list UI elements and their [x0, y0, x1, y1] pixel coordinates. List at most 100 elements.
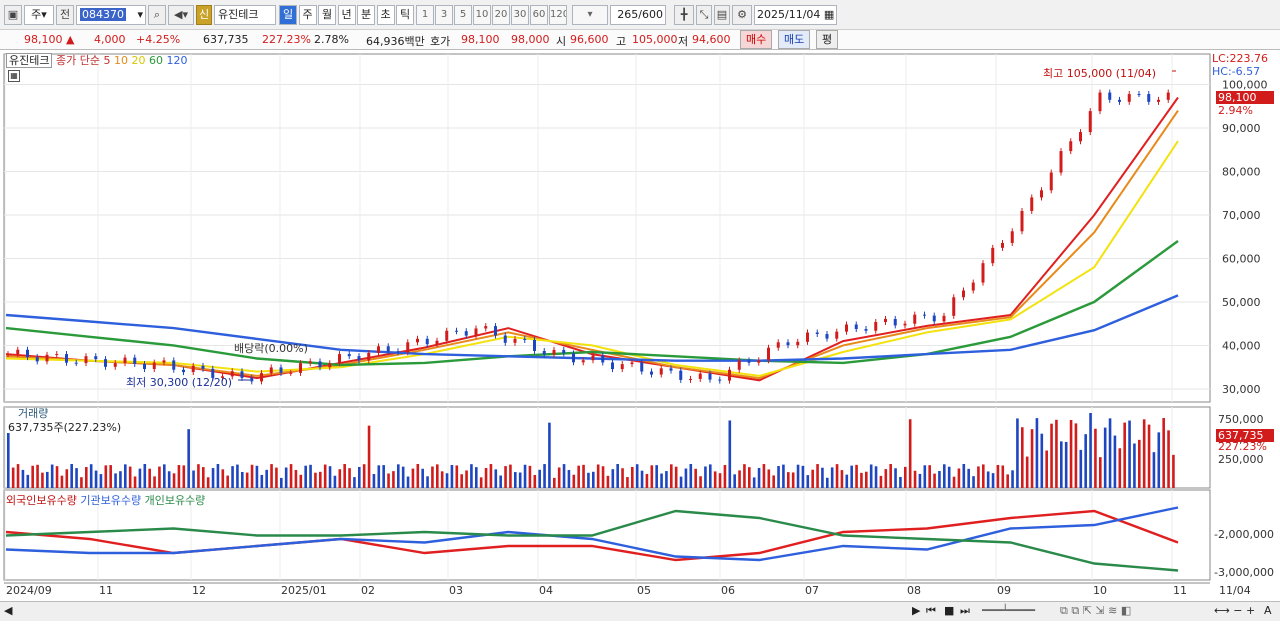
- volume-bar: [528, 465, 532, 488]
- volume-bar: [479, 477, 483, 488]
- volume-bar: [943, 464, 946, 488]
- candle-body: [962, 290, 965, 298]
- volume-bar: [494, 469, 498, 488]
- stop-icon[interactable]: ■: [944, 604, 954, 617]
- volume-bar: [372, 474, 376, 488]
- buy-button[interactable]: 매수: [740, 30, 773, 49]
- volume-bar: [684, 468, 688, 488]
- minute-1[interactable]: 3: [435, 5, 453, 25]
- volume-bar: [674, 466, 678, 488]
- font-size-icon[interactable]: A: [1264, 604, 1272, 617]
- volume-bar: [572, 474, 576, 488]
- volume-bar: [382, 465, 385, 488]
- layout-icon[interactable]: ▣: [4, 5, 22, 25]
- volume-bar: [601, 466, 605, 488]
- date-input[interactable]: 2025/11/04 ▦: [754, 5, 837, 25]
- candle-body: [338, 354, 341, 364]
- rewind-icon[interactable]: ⏮: [926, 604, 936, 618]
- interval-2[interactable]: 월: [318, 5, 336, 25]
- volume-bar: [26, 474, 30, 488]
- candle-body: [630, 362, 634, 365]
- volume-bar: [704, 466, 707, 488]
- volume-bar: [148, 468, 151, 488]
- draw-icon[interactable]: ⤡: [696, 5, 712, 25]
- tool-icons[interactable]: ⧉ ⧉ ⇱ ⇲ ≋ ◧: [1060, 604, 1131, 618]
- volume-bar: [869, 464, 873, 488]
- candle-body: [1059, 151, 1063, 173]
- period-mode-select[interactable]: 주▾: [24, 5, 54, 25]
- candle-body: [289, 372, 293, 374]
- dropdown-icon[interactable]: ▾: [572, 5, 608, 25]
- minute-5[interactable]: 30: [511, 5, 529, 25]
- volume-bar: [840, 470, 844, 488]
- volume-bar: [767, 469, 771, 488]
- flat-button[interactable]: 평: [816, 30, 839, 49]
- zoom-slider[interactable]: ━━━┷━━━━: [982, 604, 1035, 617]
- minute-2[interactable]: 5: [454, 5, 472, 25]
- low-note: 최저 30,300 (12/20): [126, 376, 233, 389]
- minute-3[interactable]: 10: [473, 5, 491, 25]
- volume-bar: [689, 464, 693, 488]
- candle-body: [377, 346, 380, 353]
- volume-bar: [640, 470, 644, 488]
- minute-4[interactable]: 20: [492, 5, 510, 25]
- volume-bar: [1084, 434, 1087, 488]
- prev-button[interactable]: 전: [56, 5, 74, 25]
- volume-bar: [99, 474, 103, 488]
- volume-bar: [1099, 457, 1102, 488]
- volume-bar: [216, 464, 220, 488]
- candle-icon[interactable]: ╋: [674, 5, 694, 25]
- volume-bar: [733, 474, 736, 488]
- volume-bar: [777, 466, 780, 488]
- price-tick-label: 60,000: [1222, 252, 1261, 265]
- minute-7[interactable]: 120: [549, 5, 567, 25]
- volume-bar: [933, 473, 936, 488]
- date-value: 2025/11/04: [757, 8, 821, 21]
- table-icon[interactable]: ▦: [8, 70, 20, 82]
- sell-button[interactable]: 매도: [778, 30, 811, 49]
- candle-body: [65, 354, 68, 363]
- count-input[interactable]: 265/600: [610, 5, 666, 25]
- volume-bar: [826, 477, 829, 488]
- volume-bar: [397, 464, 400, 488]
- volume-bar: [835, 464, 839, 488]
- volume-bar: [660, 473, 663, 488]
- stock-code-input[interactable]: 084370 ▾: [76, 5, 146, 25]
- save-icon[interactable]: ▤: [714, 5, 730, 25]
- zoom-out-icon[interactable]: ⟷ − +: [1214, 604, 1255, 617]
- volume-bar: [1045, 450, 1048, 488]
- minute-0[interactable]: 1: [416, 5, 434, 25]
- scroll-bar[interactable]: ◀ ▶ ⏮ ■ ⏭ ━━━┷━━━━ ⧉ ⧉ ⇱ ⇲ ≋ ◧ ⟷ − + A: [0, 601, 1280, 621]
- x-tick-label: 2025/01: [281, 584, 327, 597]
- scroll-left-icon[interactable]: ◀: [4, 604, 12, 617]
- volume-bar: [1089, 413, 1092, 488]
- speaker-icon[interactable]: ◀▾: [168, 5, 194, 25]
- volume-bar: [865, 471, 868, 488]
- volume-bar: [796, 464, 800, 488]
- search-icon[interactable]: ⌕: [148, 5, 166, 25]
- volume-bar: [728, 420, 732, 488]
- legend-desc: 종가 단순: [55, 54, 100, 67]
- minute-6[interactable]: 60: [530, 5, 548, 25]
- volume-bar: [962, 464, 966, 488]
- company-name[interactable]: 유진테크: [214, 5, 276, 25]
- play-icon[interactable]: ▶: [912, 604, 920, 617]
- volume-bar: [241, 471, 244, 488]
- interval-0[interactable]: 일: [279, 5, 297, 25]
- interval-6[interactable]: 틱: [396, 5, 414, 25]
- volume-bar: [89, 464, 93, 488]
- interval-5[interactable]: 초: [376, 5, 395, 25]
- candle-body: [971, 282, 975, 291]
- volume-tick-label: 250,000: [1218, 453, 1264, 466]
- volume-bar: [182, 465, 186, 488]
- interval-4[interactable]: 분: [357, 5, 375, 25]
- candle-body: [6, 354, 10, 356]
- volume-bar: [484, 468, 488, 488]
- interval-1[interactable]: 주: [298, 5, 317, 25]
- gear-icon[interactable]: ⚙: [732, 5, 752, 25]
- interval-3[interactable]: 년: [337, 5, 356, 25]
- legend-name: 유진테크: [6, 53, 53, 68]
- candle-body: [845, 324, 848, 332]
- candle-body: [279, 367, 283, 373]
- forward-icon[interactable]: ⏭: [960, 604, 970, 618]
